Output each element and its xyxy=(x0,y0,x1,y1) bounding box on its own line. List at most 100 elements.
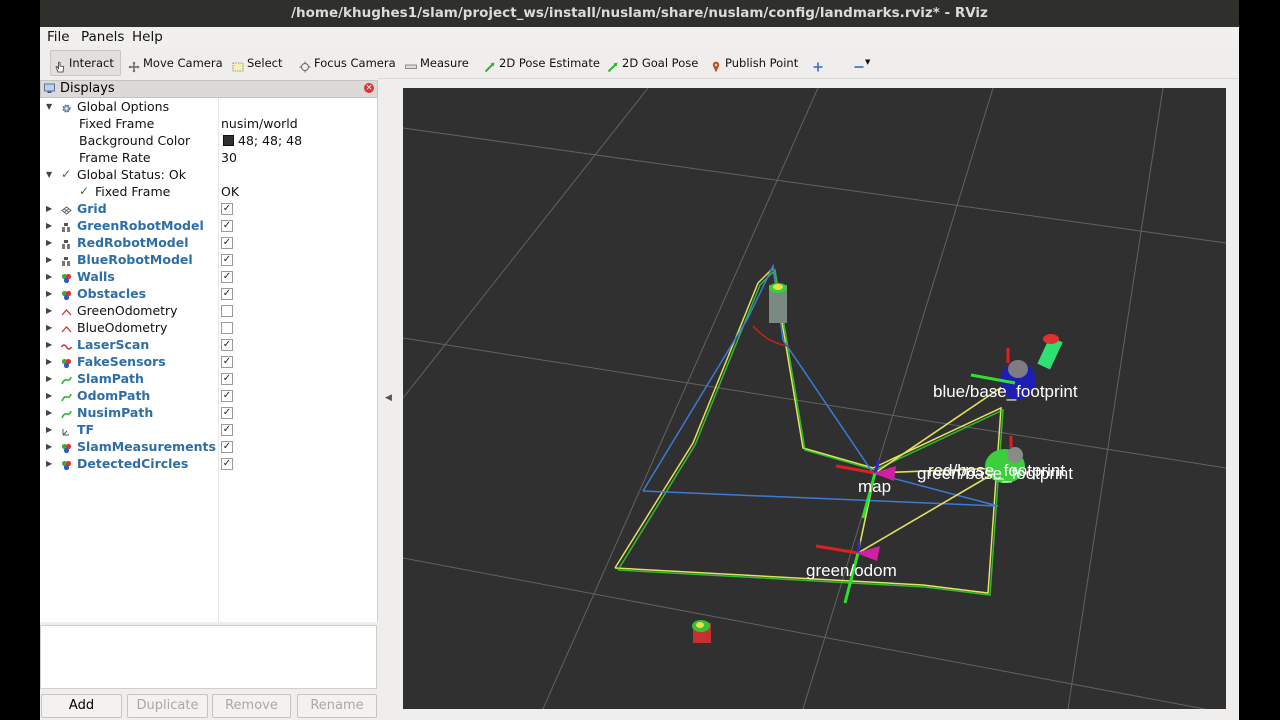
monitor-icon xyxy=(44,83,55,94)
display-item-row[interactable]: ▶ NusimPath ✓ xyxy=(40,404,377,421)
enable-checkbox[interactable]: ✓ xyxy=(221,390,233,402)
expand-arrow-icon[interactable]: ▶ xyxy=(46,268,52,285)
enable-checkbox[interactable] xyxy=(221,322,233,334)
move-camera-tool-button[interactable]: Move Camera xyxy=(128,51,223,75)
expand-arrow-icon[interactable]: ▶ xyxy=(46,200,52,217)
display-item-label: RedRobotModel xyxy=(77,235,189,250)
display-item-label: GreenRobotModel xyxy=(77,218,204,233)
expand-arrow-icon[interactable]: ▶ xyxy=(46,353,52,370)
expand-arrow-icon[interactable]: ▶ xyxy=(46,455,52,472)
display-item-label: OdomPath xyxy=(77,388,151,403)
frame-rate-label: Frame Rate xyxy=(79,150,151,165)
enable-checkbox[interactable]: ✓ xyxy=(221,373,233,385)
expand-arrow-icon[interactable]: ▶ xyxy=(46,285,52,302)
frame-rate-value[interactable]: 30 xyxy=(221,149,237,166)
expand-arrow-icon[interactable]: ▶ xyxy=(46,404,52,421)
display-item-row[interactable]: ▶ Walls ✓ xyxy=(40,268,377,285)
display-item-label: SlamPath xyxy=(77,371,144,386)
green-arrow-icon xyxy=(607,57,619,73)
3d-viewport[interactable]: blue/base_footprint map red/base_footpri… xyxy=(403,88,1226,709)
rename-button[interactable]: Rename xyxy=(297,694,377,718)
expand-arrow-icon[interactable]: ▶ xyxy=(46,370,52,387)
remove-tool-button[interactable]: ▼ xyxy=(853,51,870,75)
duplicate-button[interactable]: Duplicate xyxy=(127,694,208,718)
interact-tool-button[interactable]: Interact xyxy=(50,50,121,76)
display-item-row[interactable]: ▶ SlamMeasurements ✓ xyxy=(40,438,377,455)
goal-pose-tool-button[interactable]: 2D Goal Pose xyxy=(607,51,698,75)
expand-arrow-icon[interactable]: ▶ xyxy=(46,336,52,353)
enable-checkbox[interactable]: ✓ xyxy=(221,407,233,419)
displays-panel: Displays × ▼ Global Options Fixed Frame … xyxy=(40,78,378,720)
enable-checkbox[interactable]: ✓ xyxy=(221,441,233,453)
display-item-row[interactable]: ▶ Grid ✓ xyxy=(40,200,377,217)
expand-arrow-icon[interactable]: ▶ xyxy=(46,234,52,251)
display-item-row[interactable]: ▶ FakeSensors ✓ xyxy=(40,353,377,370)
focus-camera-tool-button[interactable]: Focus Camera xyxy=(299,51,396,75)
display-item-row[interactable]: ▶ SlamPath ✓ xyxy=(40,370,377,387)
menu-file[interactable]: File xyxy=(47,27,70,47)
enable-checkbox[interactable]: ✓ xyxy=(221,220,233,232)
expand-arrow-icon[interactable]: ▶ xyxy=(46,438,52,455)
display-item-row[interactable]: ▶ BlueRobotModel ✓ xyxy=(40,251,377,268)
menu-panels[interactable]: Panels xyxy=(81,27,124,47)
display-item-row[interactable]: ▶ Obstacles ✓ xyxy=(40,285,377,302)
enable-checkbox[interactable]: ✓ xyxy=(221,237,233,249)
enable-checkbox[interactable]: ✓ xyxy=(221,356,233,368)
select-label: Select xyxy=(247,56,283,70)
close-panel-icon[interactable]: × xyxy=(364,83,374,93)
fixed-frame-value[interactable]: nusim/world xyxy=(221,115,298,132)
display-item-row[interactable]: ▶ LaserScan ✓ xyxy=(40,336,377,353)
enable-checkbox[interactable]: ✓ xyxy=(221,458,233,470)
display-item-label: BlueOdometry xyxy=(77,320,168,335)
expand-arrow-icon[interactable]: ▶ xyxy=(46,217,52,234)
add-tool-button[interactable] xyxy=(812,51,824,75)
display-item-row[interactable]: ▶ OdomPath ✓ xyxy=(40,387,377,404)
fixed-frame-row[interactable]: Fixed Frame nusim/world xyxy=(40,115,377,132)
path-icon xyxy=(61,390,72,402)
display-item-row[interactable]: ▶ TF ✓ xyxy=(40,421,377,438)
background-color-row[interactable]: Background Color 48; 48; 48 xyxy=(40,132,377,149)
checkmark-icon: ✓ xyxy=(61,167,72,181)
global-options-row[interactable]: ▼ Global Options xyxy=(40,98,377,115)
publish-point-tool-button[interactable]: Publish Point xyxy=(710,51,798,75)
collapse-panel-arrow-icon[interactable]: ◀ xyxy=(385,393,392,403)
green-odom-label: green/odom xyxy=(806,561,897,580)
expand-arrow-icon[interactable]: ▼ xyxy=(46,98,52,115)
enable-checkbox[interactable]: ✓ xyxy=(221,203,233,215)
enable-checkbox[interactable]: ✓ xyxy=(221,254,233,266)
display-item-row[interactable]: ▶ DetectedCircles ✓ xyxy=(40,455,377,472)
measure-label: Measure xyxy=(420,56,469,70)
enable-checkbox[interactable]: ✓ xyxy=(221,271,233,283)
background-color-value[interactable]: 48; 48; 48 xyxy=(238,132,302,149)
display-item-row[interactable]: ▶ GreenRobotModel ✓ xyxy=(40,217,377,234)
display-item-row[interactable]: ▶ BlueOdometry xyxy=(40,319,377,336)
enable-checkbox[interactable]: ✓ xyxy=(221,424,233,436)
expand-arrow-icon[interactable]: ▶ xyxy=(46,251,52,268)
expand-arrow-icon[interactable]: ▶ xyxy=(46,387,52,404)
odometry-icon xyxy=(61,322,72,333)
remove-button[interactable]: Remove xyxy=(212,694,291,718)
pose-estimate-label: 2D Pose Estimate xyxy=(499,56,600,70)
global-status-row[interactable]: ▼ ✓ Global Status: Ok xyxy=(40,166,377,183)
display-item-row[interactable]: ▶ RedRobotModel ✓ xyxy=(40,234,377,251)
enable-checkbox[interactable]: ✓ xyxy=(221,339,233,351)
scene-canvas[interactable]: blue/base_footprint map red/base_footpri… xyxy=(403,88,1226,709)
menu-bar: File Panels Help xyxy=(40,27,1239,47)
status-fixed-frame-row[interactable]: ✓ Fixed Frame OK xyxy=(40,183,377,200)
color-swatch[interactable] xyxy=(223,135,234,146)
menu-help[interactable]: Help xyxy=(132,27,163,47)
add-button[interactable]: Add xyxy=(41,694,122,718)
robot-model-icon xyxy=(61,220,72,232)
select-tool-button[interactable]: Select xyxy=(232,51,282,75)
expand-arrow-icon[interactable]: ▶ xyxy=(46,421,52,438)
pose-estimate-tool-button[interactable]: 2D Pose Estimate xyxy=(484,51,600,75)
frame-rate-row[interactable]: Frame Rate 30 xyxy=(40,149,377,166)
expand-arrow-icon[interactable]: ▶ xyxy=(46,302,52,319)
display-item-row[interactable]: ▶ GreenOdometry xyxy=(40,302,377,319)
expand-arrow-icon[interactable]: ▶ xyxy=(46,319,52,336)
rviz-window: /home/khughes1/slam/project_ws/install/n… xyxy=(40,0,1239,720)
measure-tool-button[interactable]: Measure xyxy=(405,51,469,75)
enable-checkbox[interactable]: ✓ xyxy=(221,288,233,300)
enable-checkbox[interactable] xyxy=(221,305,233,317)
expand-arrow-icon[interactable]: ▼ xyxy=(46,166,52,183)
